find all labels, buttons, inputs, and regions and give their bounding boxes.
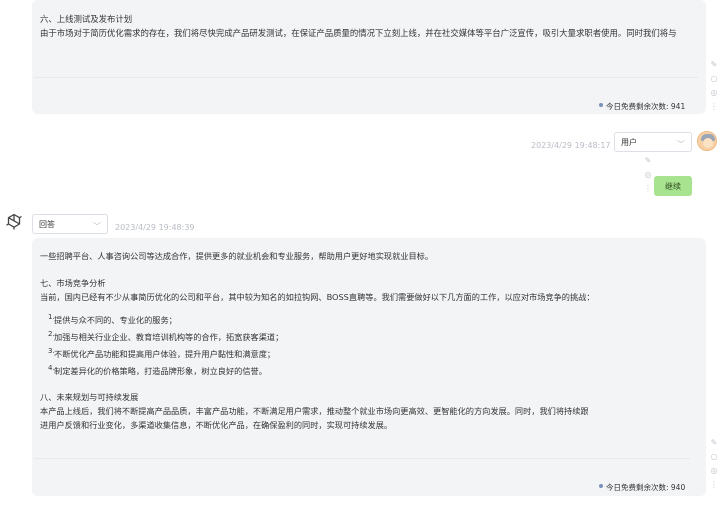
section-text: 进用户反馈和行业变化，多渠道收集信息，不断优化产品，在确保盈利的同时，实现可持续…: [40, 420, 393, 430]
section-text: 当前，国内已经有不少从事简历优化的公司和平台，其中较为知名的如拉钩网、BOSS直…: [40, 292, 595, 302]
divider: [34, 458, 690, 459]
section-text: 本产品上线后，我们将不断提高产品品质，丰富产品功能，不断满足用户需求，推动整个就…: [40, 406, 589, 416]
status-dot: [599, 483, 603, 488]
role-select-value: 用户: [621, 137, 637, 147]
copy-icon[interactable]: ◎: [710, 88, 719, 97]
avatar-face: [703, 138, 713, 148]
section-title: 七、市场竞争分析: [40, 278, 106, 288]
message-content: 六、上线测试及发布计划 由于市场对于简历优化需求的存在，我们将尽快完成产品研发测…: [40, 12, 702, 40]
pencil-icon[interactable]: ✎: [644, 156, 653, 165]
list-item: 3. 不断优化产品功能和提高用户体验，提升用户黏性和满意度；: [48, 347, 276, 359]
chevron-down-icon: ﹀: [93, 222, 101, 231]
user-message-toolbar: ✎ ◎ ⋮: [643, 156, 653, 193]
user-timestamp: 2023/4/29 19:48:17: [531, 141, 611, 150]
quota-text: 今日免费剩余次数: 940: [606, 483, 686, 492]
more-icon[interactable]: ⋮: [644, 184, 653, 193]
copy-icon[interactable]: ◎: [644, 170, 653, 179]
quota-indicator: 今日免费剩余次数: 940: [599, 482, 685, 493]
more-icon[interactable]: ⋮: [710, 102, 719, 111]
message-toolbar: ✎ ○ ◎ ⋮: [709, 60, 719, 111]
pencil-icon[interactable]: ✎: [710, 438, 719, 447]
section-title: 八、未来规划与可持续发展: [40, 392, 139, 402]
message-toolbar: ✎ ○ ◎ ⋮: [709, 438, 719, 489]
openai-logo-icon: [4, 212, 24, 232]
more-icon[interactable]: ⋮: [710, 480, 719, 489]
competition-list: 1. 提供与众不同的、专业化的服务； 2. 加强与相关行业企业、教育培训机构等的合作…: [40, 312, 283, 380]
list-item: 4. 制定差异化的价格策略，打造品牌形象，树立良好的信誉。: [48, 364, 267, 376]
quota-indicator: 今日免费剩余次数: 941: [599, 101, 685, 112]
intro-text: 一些招聘平台、人事咨询公司等达成合作，提供更多的就业机会和专业服务，帮助用户更好…: [40, 251, 434, 261]
copy-icon[interactable]: ◎: [710, 466, 719, 475]
role-select-value: 回答: [39, 219, 55, 229]
message-text: 由于市场对于简历优化需求的存在，我们将尽快完成产品研发测试，在保证产品质量的情况…: [40, 28, 677, 38]
status-dot: [599, 102, 603, 107]
role-select-assistant[interactable]: 回答 ﹀: [32, 214, 108, 234]
pencil-icon[interactable]: ✎: [710, 60, 719, 69]
refresh-icon[interactable]: ○: [710, 74, 719, 83]
quota-text: 今日免费剩余次数: 941: [606, 102, 686, 111]
user-avatar: [697, 131, 717, 151]
list-item: 1. 提供与众不同的、专业化的服务；: [48, 313, 177, 325]
section-title: 六、上线测试及发布计划: [40, 14, 133, 24]
assistant-message-2: 一些招聘平台、人事咨询公司等达成合作，提供更多的就业机会和专业服务，帮助用户更好…: [32, 238, 706, 496]
divider: [34, 77, 698, 78]
refresh-icon[interactable]: ○: [710, 452, 719, 461]
assistant-timestamp: 2023/4/29 19:48:39: [115, 223, 195, 232]
list-item: 2. 加强与相关行业企业、教育培训机构等的合作，拓宽获客渠道；: [48, 330, 284, 342]
user-message-bubble: 继续: [654, 176, 692, 196]
assistant-message-1: 六、上线测试及发布计划 由于市场对于简历优化需求的存在，我们将尽快完成产品研发测…: [32, 0, 706, 114]
role-select-user[interactable]: 用户 ﹀: [614, 132, 692, 152]
chevron-down-icon: ﹀: [677, 140, 685, 149]
